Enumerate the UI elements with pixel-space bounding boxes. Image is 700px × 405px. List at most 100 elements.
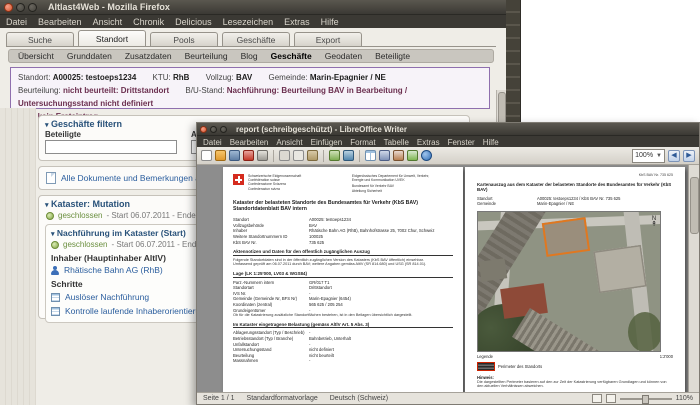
- subtab-blog[interactable]: Blog: [241, 51, 258, 61]
- copy-icon[interactable]: [293, 150, 304, 161]
- language-indicator[interactable]: Deutsch (Schweiz): [330, 395, 388, 402]
- firefox-titlebar[interactable]: Altlast4Web - Mozilla Firefox: [0, 0, 506, 15]
- beteiligte-input[interactable]: [45, 140, 177, 154]
- print-icon[interactable]: [257, 150, 268, 161]
- menu-einfuegen[interactable]: Einfügen: [311, 138, 343, 147]
- info-label: Standort:: [18, 73, 51, 82]
- menu-fenster[interactable]: Fenster: [448, 138, 475, 147]
- info-value: Marin-Epagnier / NE: [309, 73, 386, 82]
- gallery-icon[interactable]: [407, 150, 418, 161]
- info-value: A00025: testoeps1234: [52, 73, 137, 82]
- paste-icon[interactable]: [307, 150, 318, 161]
- tab-export[interactable]: Export: [294, 32, 362, 46]
- tab-standort[interactable]: Standort: [78, 30, 146, 46]
- info-label: Vollzug:: [205, 73, 234, 82]
- inhaber-link[interactable]: Rhätische Bahn AG (RhB): [64, 265, 163, 275]
- undo-icon[interactable]: [329, 150, 340, 161]
- minimize-icon[interactable]: [16, 2, 25, 12]
- trees: [628, 311, 660, 351]
- kv-row: Gemeinde Marin-Epagnier / NE: [477, 201, 575, 207]
- menu-tabelle[interactable]: Tabelle: [384, 138, 409, 147]
- menu-delicious[interactable]: Delicious: [175, 17, 212, 27]
- sub-tabs: Übersicht Grunddaten Zusatzdaten Beurtei…: [8, 49, 494, 63]
- building: [478, 257, 508, 282]
- info-line-2: Beurteilung: nicht beurteilt: Drittstand…: [18, 84, 482, 110]
- save-icon[interactable]: [229, 150, 240, 161]
- legend-row: Legende 1:2'000: [477, 354, 673, 359]
- federal-header: Schweizerische Eidgenossenschaft Confédé…: [233, 174, 453, 193]
- menu-lesezeichen[interactable]: Lesezeichen: [223, 17, 274, 27]
- maximize-icon[interactable]: [28, 2, 37, 12]
- tab-pools[interactable]: Pools: [150, 32, 218, 46]
- section-title: Lage (LK 1:25'000, LV03 & WGS84): [233, 271, 453, 278]
- step-link[interactable]: Auslöser Nachführung: [65, 292, 149, 302]
- menu-bearbeiten[interactable]: Bearbeiten: [230, 138, 269, 147]
- zoom-slider[interactable]: [619, 395, 672, 404]
- menu-datei[interactable]: Datei: [203, 138, 222, 147]
- writer-statusbar: Seite 1 / 1 Standardformatvorlage Deutsc…: [197, 392, 699, 404]
- help-icon[interactable]: [421, 150, 432, 161]
- menu-bearbeiten[interactable]: Bearbeiten: [38, 17, 82, 27]
- zoom-slider-knob[interactable]: [641, 395, 649, 404]
- panel-strip[interactable]: [506, 0, 521, 124]
- cut-icon[interactable]: [279, 150, 290, 161]
- multi-page-view-icon[interactable]: [605, 394, 616, 403]
- field-beteiligte: Beteiligte: [45, 130, 177, 154]
- menu-datei[interactable]: Datei: [6, 17, 27, 27]
- menu-chronik[interactable]: Chronik: [133, 17, 164, 27]
- zoom-combobox[interactable]: 100% ▼: [632, 148, 665, 163]
- info-line-1: Standort: A00025: testoeps1234 KTU: RhB …: [18, 71, 482, 84]
- collapse-triangle-icon: ▾: [51, 231, 55, 238]
- open-icon[interactable]: [215, 150, 226, 161]
- page-style[interactable]: Standardformatvorlage: [247, 395, 318, 402]
- writer-scrollbar[interactable]: [688, 165, 699, 392]
- collapse-triangle-icon: ▾: [45, 202, 49, 209]
- confederation-lines: Schweizerische Eidgenossenschaft Confédé…: [248, 174, 302, 191]
- navigator-icon[interactable]: [393, 150, 404, 161]
- export-pdf-icon[interactable]: [243, 150, 254, 161]
- minimize-icon[interactable]: [210, 125, 217, 133]
- subtab-uebersicht[interactable]: Übersicht: [18, 51, 54, 61]
- subtab-grunddaten[interactable]: Grunddaten: [67, 51, 112, 61]
- tab-suche[interactable]: Suche: [6, 32, 74, 46]
- subtab-beurteilung[interactable]: Beurteilung: [185, 51, 228, 61]
- person-icon: [51, 265, 59, 275]
- menu-hilfe[interactable]: Hilfe: [321, 17, 339, 27]
- subtab-geschaefte[interactable]: Geschäfte: [271, 51, 312, 61]
- info-label: Beurteilung:: [18, 86, 61, 95]
- close-icon[interactable]: [200, 125, 207, 133]
- legend-label: Legende: [477, 353, 493, 359]
- menu-extras[interactable]: Extras: [417, 138, 440, 147]
- window-title: Altlast4Web - Mozilla Firefox: [48, 2, 170, 12]
- menu-extras[interactable]: Extras: [284, 17, 310, 27]
- menu-format[interactable]: Format: [350, 138, 375, 147]
- subtab-zusatzdaten[interactable]: Zusatzdaten: [125, 51, 172, 61]
- menu-ansicht[interactable]: Ansicht: [276, 138, 302, 147]
- maximize-icon[interactable]: [220, 125, 227, 133]
- step-link[interactable]: Kontrolle laufende Inhaberorientierung: [65, 306, 210, 316]
- page-indicator: Seite 1 / 1: [203, 395, 235, 402]
- insert-table-icon[interactable]: [365, 150, 376, 161]
- redo-icon[interactable]: [343, 150, 354, 161]
- scrollbar-thumb[interactable]: [690, 177, 699, 234]
- document-icon: [46, 172, 56, 184]
- find-replace-icon[interactable]: [379, 150, 390, 161]
- new-document-icon[interactable]: [201, 150, 212, 161]
- swiss-cross-logo-icon: [233, 174, 244, 185]
- tab-geschaefte[interactable]: Geschäfte: [222, 32, 290, 46]
- perimeter-swatch-icon: [477, 361, 495, 371]
- legend-item-label: Perimeter des Standorts: [498, 363, 543, 369]
- menu-hilfe[interactable]: Hilfe: [483, 138, 499, 147]
- subtab-beteiligte[interactable]: Beteiligte: [375, 51, 410, 61]
- writer-window: report (schreibgeschützt) - LibreOffice …: [196, 122, 700, 405]
- next-page-button[interactable]: ▶: [683, 149, 695, 162]
- form-icon: [51, 292, 60, 302]
- menu-ansicht[interactable]: Ansicht: [93, 17, 123, 27]
- close-icon[interactable]: [4, 2, 13, 12]
- toolbar-separator: [323, 149, 324, 162]
- writer-titlebar[interactable]: report (schreibgeschützt) - LibreOffice …: [197, 123, 699, 136]
- legend-item: Perimeter des Standorts: [477, 361, 673, 371]
- previous-page-button[interactable]: ◀: [668, 149, 680, 162]
- single-page-view-icon[interactable]: [591, 394, 602, 403]
- subtab-geodaten[interactable]: Geodaten: [325, 51, 362, 61]
